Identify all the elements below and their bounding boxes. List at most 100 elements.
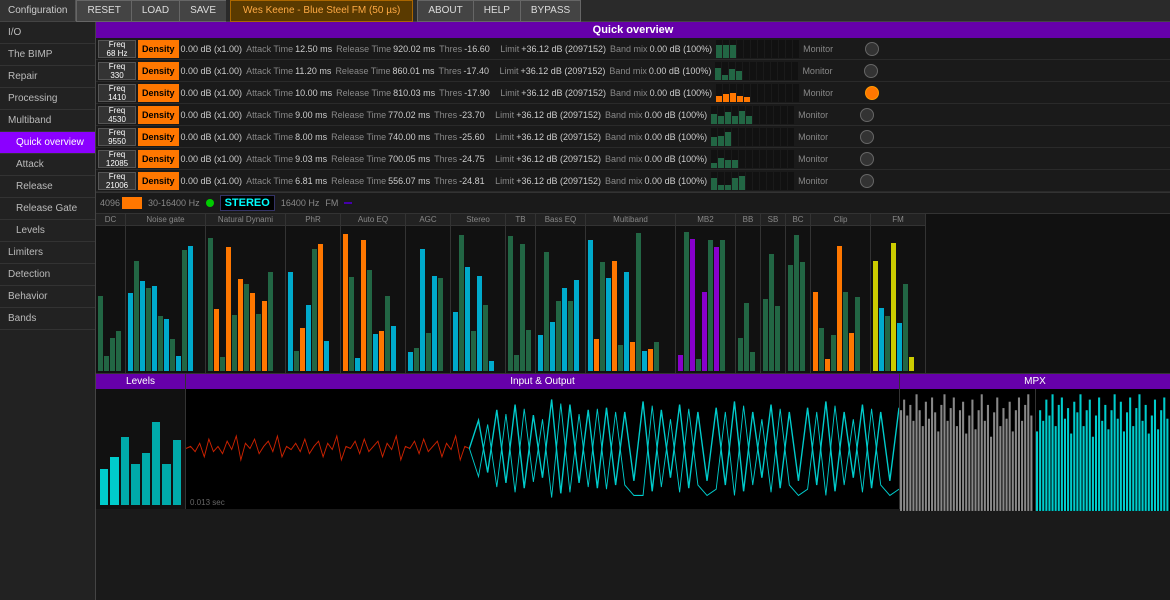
proc-bar-1-7 bbox=[170, 339, 175, 371]
density-button-1[interactable]: Density bbox=[138, 62, 179, 80]
sidebar-item-bimp[interactable]: The BIMP bbox=[0, 44, 95, 66]
proc-bar-3-5 bbox=[318, 244, 323, 371]
proc-bar-14-4 bbox=[837, 246, 842, 371]
bandmix-value-3: 0.00 dB (100%) bbox=[645, 110, 708, 120]
proc-bar-10-2 bbox=[690, 239, 695, 371]
meter-bar-2-6 bbox=[758, 84, 764, 102]
save-button[interactable]: SAVE bbox=[179, 0, 226, 22]
proc-bar-2-5 bbox=[238, 279, 243, 371]
monitor-circle-1[interactable] bbox=[864, 64, 878, 78]
sidebar-item-release-gate[interactable]: Release Gate bbox=[0, 198, 95, 220]
proc-bar-0-0 bbox=[98, 296, 103, 371]
proc-bar-8-5 bbox=[568, 301, 573, 371]
attack-value-4: 8.00 ms bbox=[295, 132, 327, 142]
sidebar-item-bands[interactable]: Bands bbox=[0, 308, 95, 330]
monitor-circle-2[interactable] bbox=[865, 86, 879, 100]
proc-section-title-10: MB2 bbox=[676, 214, 735, 226]
meter-bar-5-5 bbox=[746, 150, 752, 168]
meter-bar-6-4 bbox=[739, 172, 745, 190]
release-value-2: 810.03 ms bbox=[393, 88, 435, 98]
load-button[interactable]: LOAD bbox=[131, 0, 179, 22]
mpx-left bbox=[900, 389, 1036, 511]
sidebar-item-limiters[interactable]: Limiters bbox=[0, 242, 95, 264]
sidebar-item-multiband[interactable]: Multiband bbox=[0, 110, 95, 132]
monitor-circle-0[interactable] bbox=[865, 42, 879, 56]
meter-bar-4-3 bbox=[732, 128, 738, 146]
bypass-button[interactable]: BYPASS bbox=[520, 0, 581, 22]
proc-bar-6-6 bbox=[489, 361, 494, 371]
attack-label-1: Attack Time bbox=[246, 66, 293, 76]
sidebar-item-release[interactable]: Release bbox=[0, 176, 95, 198]
thres-label-6: Thres bbox=[434, 176, 457, 186]
proc-bar-12-0 bbox=[763, 299, 768, 371]
proc-bar-15-2 bbox=[885, 316, 890, 371]
proc-section-title-1: Noise gate bbox=[126, 214, 205, 226]
monitor-circle-3[interactable] bbox=[860, 108, 874, 122]
monitor-label-5: Monitor bbox=[798, 154, 858, 164]
time-label: 0.013 sec bbox=[190, 498, 225, 507]
limit-value-1: +36.12 dB (2097152) bbox=[521, 66, 606, 76]
proc-bar-13-2 bbox=[800, 262, 805, 371]
density-button-2[interactable]: Density bbox=[138, 84, 179, 102]
attack-label-0: Attack Time bbox=[246, 44, 293, 54]
mpx-title: MPX bbox=[900, 374, 1170, 389]
proc-bar-9-9 bbox=[642, 351, 647, 371]
proc-bar-2-7 bbox=[250, 293, 255, 371]
proc-bar-9-11 bbox=[654, 342, 659, 371]
proc-section-body-11 bbox=[736, 226, 760, 373]
sidebar-item-levels[interactable]: Levels bbox=[0, 220, 95, 242]
proc-bar-5-0 bbox=[408, 352, 413, 371]
proc-bar-1-9 bbox=[182, 250, 187, 371]
limit-value-4: +36.12 dB (2097152) bbox=[516, 132, 601, 142]
meter-bar-0-4 bbox=[744, 40, 750, 58]
proc-section-title-5: AGC bbox=[406, 214, 450, 226]
proc-bar-9-5 bbox=[618, 345, 623, 371]
meter-bar-2-11 bbox=[793, 84, 799, 102]
help-button[interactable]: HELP bbox=[473, 0, 520, 22]
release-label-1: Release Time bbox=[335, 66, 390, 76]
monitor-circle-4[interactable] bbox=[860, 130, 874, 144]
meter-bar-6-6 bbox=[753, 172, 759, 190]
meter-bar-1-1 bbox=[722, 62, 728, 80]
proc-bar-10-4 bbox=[702, 292, 707, 371]
density-button-3[interactable]: Density bbox=[138, 106, 179, 124]
reset-button[interactable]: RESET bbox=[76, 0, 130, 22]
proc-bar-6-3 bbox=[471, 331, 476, 371]
meter-bar-3-1 bbox=[718, 106, 724, 124]
proc-bar-15-1 bbox=[879, 308, 884, 371]
sidebar-item-detection[interactable]: Detection bbox=[0, 264, 95, 286]
proc-bar-2-1 bbox=[214, 309, 219, 371]
density-button-0[interactable]: Density bbox=[138, 40, 179, 58]
proc-bar-1-2 bbox=[140, 281, 145, 371]
sidebar-item-repair[interactable]: Repair bbox=[0, 66, 95, 88]
sidebar-item-behavior[interactable]: Behavior bbox=[0, 286, 95, 308]
release-value-6: 556.07 ms bbox=[388, 176, 430, 186]
input-number: 4096 bbox=[100, 198, 120, 208]
proc-bar-1-5 bbox=[158, 316, 163, 371]
sidebar-item-processing[interactable]: Processing bbox=[0, 88, 95, 110]
proc-section-phr: PhR bbox=[286, 214, 341, 373]
band-row-6: Freq 21006Density0.00 dB (x1.00)Attack T… bbox=[96, 170, 1170, 192]
thres-label-0: Thres bbox=[439, 44, 462, 54]
meter-bar-5-9 bbox=[774, 150, 780, 168]
meter-bar-3-9 bbox=[774, 106, 780, 124]
meter-bar-1-11 bbox=[792, 62, 798, 80]
sidebar-item-io[interactable]: I/O bbox=[0, 22, 95, 44]
proc-section-title-6: Stereo bbox=[451, 214, 505, 226]
about-button[interactable]: ABOUT bbox=[417, 0, 472, 22]
proc-bar-5-1 bbox=[414, 348, 419, 371]
density-button-4[interactable]: Density bbox=[138, 128, 179, 146]
proc-bar-1-3 bbox=[146, 288, 151, 371]
density-button-6[interactable]: Density bbox=[138, 172, 179, 190]
freq-label: 16400 Hz bbox=[281, 198, 320, 208]
proc-bar-10-3 bbox=[696, 359, 701, 371]
density-button-5[interactable]: Density bbox=[138, 150, 179, 168]
band-freq-4: Freq 9550 bbox=[98, 128, 136, 146]
proc-section-auto-eq: Auto EQ bbox=[341, 214, 406, 373]
monitor-circle-6[interactable] bbox=[860, 174, 874, 188]
band-rows-container: Freq 68 HzDensity0.00 dB (x1.00)Attack T… bbox=[96, 38, 1170, 192]
limit-value-6: +36.12 dB (2097152) bbox=[516, 176, 601, 186]
sidebar-item-attack[interactable]: Attack bbox=[0, 154, 95, 176]
sidebar-item-quick-overview[interactable]: Quick overview bbox=[0, 132, 95, 154]
monitor-circle-5[interactable] bbox=[860, 152, 874, 166]
